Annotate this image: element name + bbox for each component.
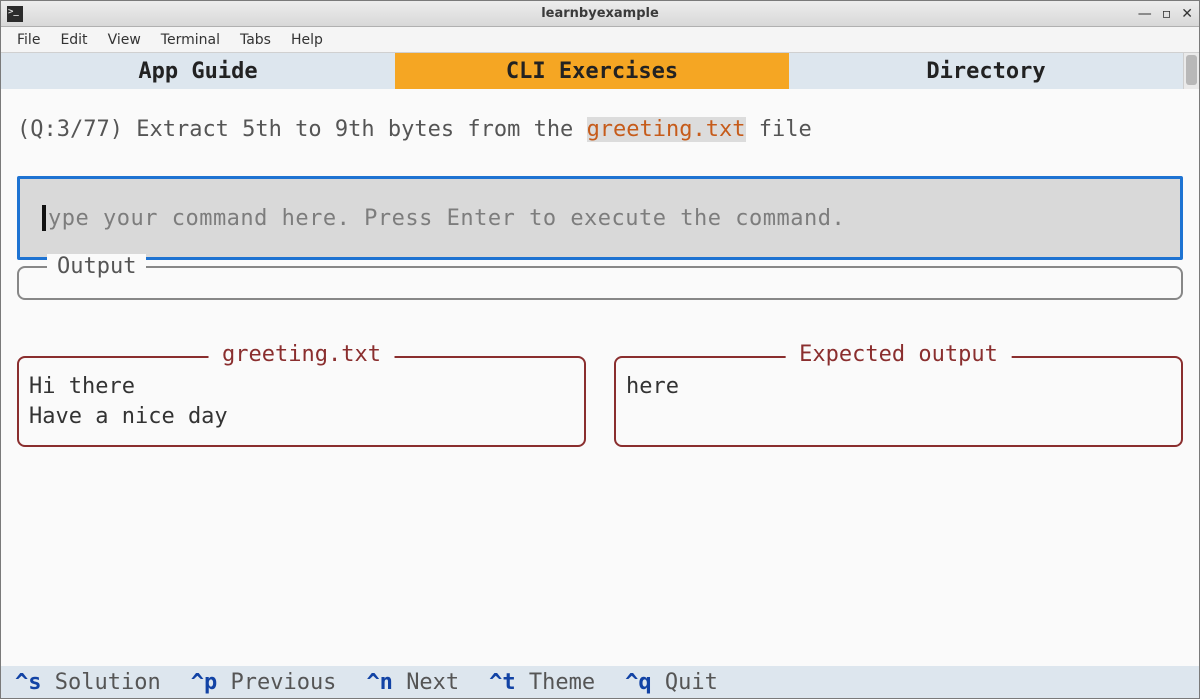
shortcut-quit-key: ^q <box>625 670 652 695</box>
maximize-icon[interactable]: ▫ <box>1162 6 1172 22</box>
tabs-scrollbar[interactable] <box>1183 53 1199 89</box>
shortcut-theme-label: Theme <box>529 670 595 695</box>
menu-edit[interactable]: Edit <box>50 29 97 51</box>
shortcut-previous-key: ^p <box>191 670 218 695</box>
menubar: File Edit View Terminal Tabs Help <box>1 27 1199 53</box>
expected-output-panel: Expected output here <box>614 356 1183 447</box>
window-root: learnbyexample — ▫ ✕ File Edit View Term… <box>0 0 1200 699</box>
menu-tabs[interactable]: Tabs <box>230 29 281 51</box>
expected-output-body: here <box>626 372 1171 402</box>
menu-terminal[interactable]: Terminal <box>151 29 230 51</box>
output-legend: Output <box>47 254 146 279</box>
tabs-scrollbar-thumb[interactable] <box>1186 55 1197 85</box>
tabs-row: App Guide CLI Exercises Directory <box>1 53 1199 89</box>
menu-help[interactable]: Help <box>281 29 333 51</box>
shortcut-next-key: ^n <box>366 670 393 695</box>
shortcut-previous-label: Previous <box>230 670 336 695</box>
content-area: (Q:3/77) Extract 5th to 9th bytes from t… <box>1 89 1199 666</box>
source-file-body: Hi there Have a nice day <box>29 372 574 431</box>
text-caret-icon <box>42 205 46 231</box>
question-part-1: Extract 5th to 9th bytes from the <box>123 117 587 142</box>
menu-view[interactable]: View <box>98 29 151 51</box>
shortcut-previous[interactable]: ^p Previous <box>191 670 337 695</box>
question-text: (Q:3/77) Extract 5th to 9th bytes from t… <box>17 117 1183 142</box>
question-filename: greeting.txt <box>587 117 746 142</box>
shortcut-solution-key: ^s <box>15 670 42 695</box>
output-panel: Output <box>17 266 1183 300</box>
menu-file[interactable]: File <box>7 29 50 51</box>
source-file-legend-text: greeting.txt <box>222 342 381 367</box>
panels-row: greeting.txt Hi there Have a nice day Ex… <box>17 356 1183 447</box>
shortcut-next[interactable]: ^n Next <box>366 670 459 695</box>
window-title: learnbyexample <box>1 6 1199 21</box>
minimize-icon[interactable]: — <box>1138 6 1152 22</box>
window-controls: — ▫ ✕ <box>1138 1 1193 26</box>
question-part-2: file <box>746 117 812 142</box>
shortcut-theme-key: ^t <box>489 670 516 695</box>
question-counter: (Q:3/77) <box>17 117 123 142</box>
titlebar: learnbyexample — ▫ ✕ <box>1 1 1199 27</box>
source-file-panel: greeting.txt Hi there Have a nice day <box>17 356 586 447</box>
shortcut-theme[interactable]: ^t Theme <box>489 670 595 695</box>
shortcut-quit[interactable]: ^q Quit <box>625 670 718 695</box>
expected-output-legend: Expected output <box>785 342 1012 367</box>
tab-cli-exercises[interactable]: CLI Exercises <box>395 53 789 89</box>
footer-shortcuts: ^s Solution ^p Previous ^n Next ^t Theme… <box>1 666 1199 698</box>
terminal-app-icon <box>7 6 23 22</box>
command-input-placeholder: ype your command here. Press Enter to ex… <box>48 206 845 231</box>
shortcut-solution-label: Solution <box>55 670 161 695</box>
tab-app-guide[interactable]: App Guide <box>1 53 395 89</box>
shortcut-quit-label: Quit <box>665 670 718 695</box>
expected-output-legend-text: Expected output <box>799 342 998 367</box>
app-area: App Guide CLI Exercises Directory (Q:3/7… <box>1 53 1199 698</box>
command-input[interactable]: ype your command here. Press Enter to ex… <box>17 176 1183 260</box>
close-icon[interactable]: ✕ <box>1181 6 1193 22</box>
shortcut-solution[interactable]: ^s Solution <box>15 670 161 695</box>
shortcut-next-label: Next <box>406 670 459 695</box>
source-file-legend: greeting.txt <box>208 342 395 367</box>
tab-directory[interactable]: Directory <box>789 53 1183 89</box>
